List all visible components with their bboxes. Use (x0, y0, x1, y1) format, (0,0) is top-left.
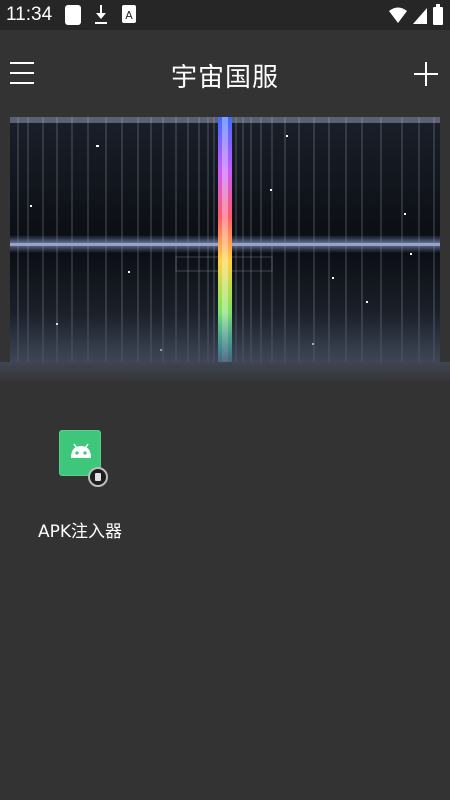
app-item-apk-injector[interactable]: APK注入器 (30, 425, 130, 545)
page-title: 宇宙国服 (170, 63, 279, 93)
add-icon[interactable] (414, 62, 438, 86)
banner-fade (0, 362, 450, 384)
status-bar: 11:34 A (0, 0, 450, 30)
a-icon: A (122, 5, 136, 23)
battery-icon (433, 4, 443, 25)
signal-icon (413, 8, 427, 24)
download-icon (95, 5, 107, 24)
status-time: 11:34 (6, 4, 53, 25)
banner-image[interactable] (10, 117, 440, 379)
space-tunnel-banner (10, 117, 440, 379)
badge-icon (88, 467, 108, 487)
svg-text:A: A (125, 9, 133, 22)
app-bar: 宇宙国服 (0, 30, 450, 116)
note-icon (65, 5, 81, 25)
wifi-icon (389, 7, 407, 23)
app-label: APK注入器 (37, 522, 123, 542)
status-right (388, 4, 444, 26)
screen: 11:34 A 宇宙国服 APK注入器 (0, 0, 450, 800)
